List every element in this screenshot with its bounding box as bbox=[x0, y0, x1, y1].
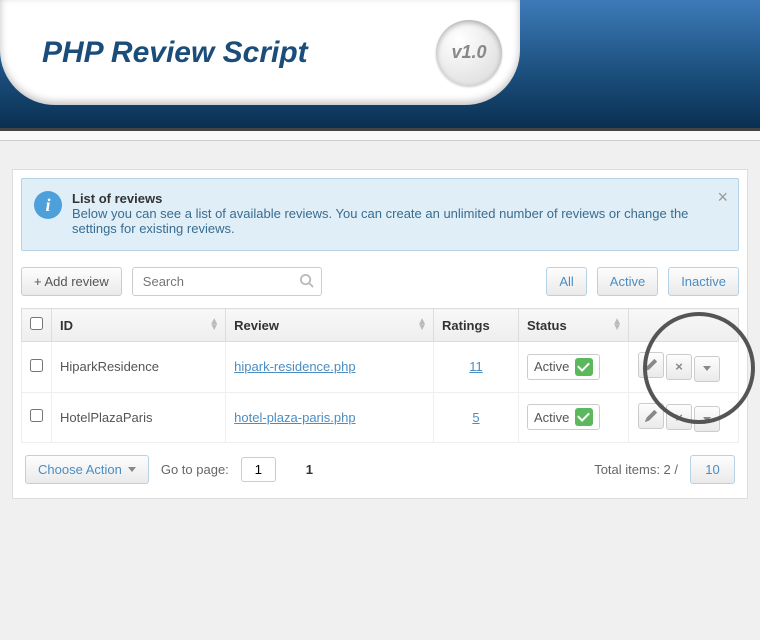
per-page-select[interactable]: 10 bbox=[690, 455, 735, 484]
search-input[interactable] bbox=[132, 267, 322, 296]
table-footer: Choose Action Go to page: 1 Total items:… bbox=[21, 443, 739, 490]
total-items-label: Total items: 2 / bbox=[594, 462, 678, 477]
page-input[interactable] bbox=[241, 457, 276, 482]
app-header: PHP Review Script v1.0 bbox=[0, 0, 760, 128]
current-page: 1 bbox=[306, 462, 313, 477]
table-row: HiparkResidence hipark-residence.php 11 Act… bbox=[22, 342, 739, 393]
toolbar: + Add review All Active Inactive bbox=[21, 267, 739, 296]
review-link[interactable]: hotel-plaza-paris.php bbox=[234, 410, 355, 425]
sort-icon: ▲▼ bbox=[417, 319, 427, 331]
col-id[interactable]: ID▲▼ bbox=[52, 309, 226, 342]
col-review[interactable]: Review▲▼ bbox=[226, 309, 434, 342]
close-icon[interactable]: × bbox=[717, 187, 728, 208]
col-actions bbox=[629, 309, 739, 342]
ratings-link[interactable]: 11 bbox=[469, 359, 483, 374]
info-icon: i bbox=[34, 191, 62, 219]
check-icon bbox=[575, 408, 593, 426]
filter-all-button[interactable]: All bbox=[546, 267, 586, 296]
cell-id: HotelPlazaParis bbox=[52, 392, 226, 443]
sort-icon: ▲▼ bbox=[209, 319, 219, 331]
chevron-down-icon bbox=[128, 467, 136, 472]
row-checkbox[interactable] bbox=[30, 409, 43, 422]
search-icon bbox=[299, 273, 314, 291]
reviews-table: ID▲▼ Review▲▼ Ratings Status▲▼ HiparkRes… bbox=[21, 308, 739, 443]
info-text: Below you can see a list of available re… bbox=[72, 206, 724, 236]
version-badge: v1.0 bbox=[436, 20, 502, 86]
main-content: i × List of reviews Below you can see a … bbox=[12, 169, 748, 499]
col-ratings[interactable]: Ratings bbox=[434, 309, 519, 342]
ratings-link[interactable]: 5 bbox=[472, 410, 479, 425]
info-alert: i × List of reviews Below you can see a … bbox=[21, 178, 739, 251]
sort-icon: ▲▼ bbox=[612, 319, 622, 331]
app-title: PHP Review Script bbox=[42, 36, 308, 70]
col-status[interactable]: Status▲▼ bbox=[519, 309, 629, 342]
search-input-wrapper bbox=[132, 267, 322, 296]
review-link[interactable]: hipark-residence.php bbox=[234, 359, 355, 374]
filter-active-button[interactable]: Active bbox=[597, 267, 658, 296]
add-review-button[interactable]: + Add review bbox=[21, 267, 122, 296]
more-button[interactable] bbox=[694, 356, 720, 382]
chevron-down-icon bbox=[703, 366, 711, 371]
row-checkbox[interactable] bbox=[30, 359, 43, 372]
choose-action-dropdown[interactable]: Choose Action bbox=[25, 455, 149, 484]
info-title: List of reviews bbox=[72, 191, 162, 206]
status-select[interactable]: Active bbox=[527, 354, 600, 380]
more-button[interactable] bbox=[694, 406, 720, 432]
col-checkbox bbox=[22, 309, 52, 342]
goto-label: Go to page: bbox=[161, 462, 229, 477]
chevron-down-icon bbox=[703, 417, 711, 422]
sub-bar bbox=[0, 131, 760, 141]
delete-button[interactable]: × bbox=[666, 354, 692, 380]
cell-id: HiparkResidence bbox=[52, 342, 226, 393]
status-select[interactable]: Active bbox=[527, 404, 600, 430]
delete-button[interactable]: × bbox=[666, 404, 692, 430]
app-title-pill: PHP Review Script v1.0 bbox=[0, 0, 520, 105]
filter-inactive-button[interactable]: Inactive bbox=[668, 267, 739, 296]
select-all-checkbox[interactable] bbox=[30, 317, 43, 330]
edit-button[interactable] bbox=[638, 403, 664, 429]
table-row: HotelPlazaParis hotel-plaza-paris.php 5 Act… bbox=[22, 392, 739, 443]
check-icon bbox=[575, 358, 593, 376]
edit-button[interactable] bbox=[638, 352, 664, 378]
